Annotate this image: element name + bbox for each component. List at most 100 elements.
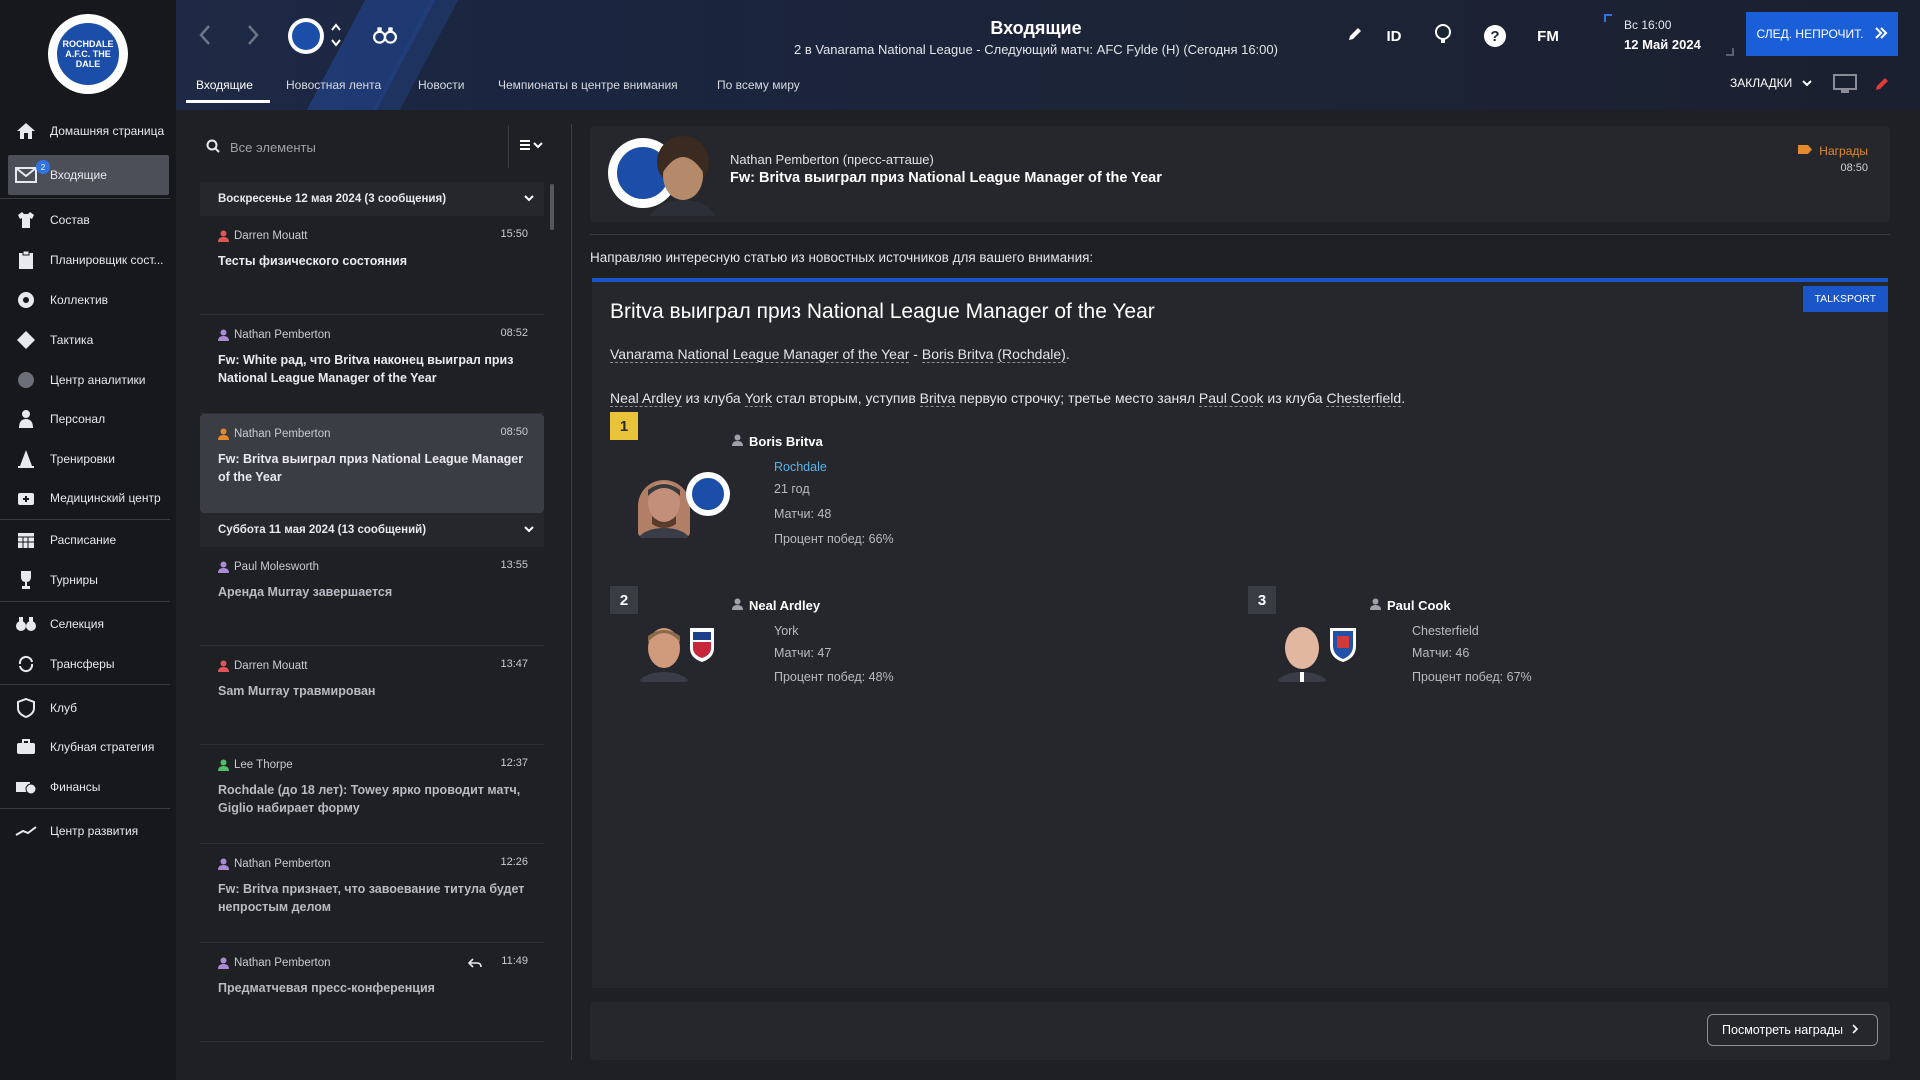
sidebar-item-inbox[interactable]: 2 Входящие [8, 155, 169, 195]
list-item[interactable]: Nathan Pemberton 08:52 Fw: White рад, чт… [200, 315, 544, 414]
club-crest-icon[interactable] [686, 472, 730, 516]
list-item[interactable]: Paul Molesworth 13:55 Аренда Murray заве… [200, 547, 544, 646]
person-icon [218, 428, 229, 440]
message-sender[interactable]: Nathan Pemberton (пресс-атташе) [730, 152, 934, 167]
list-item[interactable]: Nathan Pemberton 11:49 Предматчевая прес… [200, 943, 544, 1042]
person-icon [218, 230, 229, 242]
sidebar-item-training[interactable]: Тренировки [0, 439, 176, 479]
sidebar-item-label: Персонал [50, 412, 106, 426]
sidebar-item-medical[interactable]: Медицинский центр [0, 478, 176, 518]
nominee-name[interactable]: Boris Britva [732, 434, 823, 449]
sidebar-item-analytics[interactable]: Центр аналитики [0, 360, 176, 400]
sidebar-item-label: Центр аналитики [50, 373, 146, 387]
message-time: 08:52 [500, 327, 528, 339]
sidebar-item-club[interactable]: Клуб [0, 688, 176, 728]
team-crest-button[interactable] [288, 18, 324, 54]
club-link[interactable]: Chesterfield [1326, 390, 1402, 407]
nominee-name[interactable]: Paul Cook [1370, 598, 1451, 613]
manager-face-avatar[interactable] [638, 480, 690, 538]
fm-menu-button[interactable]: FM [1528, 22, 1568, 50]
source-badge: TALKSPORT [1802, 286, 1888, 312]
manager-face-avatar[interactable] [638, 624, 690, 682]
tab-competitions-spotlight[interactable]: Чемпионаты в центре внимания [498, 78, 678, 92]
training-cone-icon [14, 447, 38, 471]
bookmarks-button[interactable]: ЗАКЛАДКИ [1730, 76, 1812, 90]
analytics-icon [14, 368, 38, 392]
nominee-club[interactable]: Rochdale [774, 460, 827, 474]
message-subject: Предматчевая пресс-конференция [218, 981, 435, 995]
sidebar-item-transfers[interactable]: Трансферы [0, 644, 176, 684]
sidebar-item-dynamics[interactable]: Коллектив [0, 280, 176, 320]
chevron-left-icon [198, 25, 212, 50]
person-link[interactable]: Paul Cook [1198, 390, 1264, 407]
nominee-name[interactable]: Neal Ardley [732, 598, 820, 613]
nominee-name-text: Paul Cook [1387, 598, 1451, 613]
tab-inbox[interactable]: Входящие [196, 78, 253, 92]
award-link[interactable]: Vanarama National League Manager of the … [610, 346, 910, 363]
club-crest-text: ROCHDALE A.F.C. THE DALE [54, 20, 122, 88]
filter-menu-button[interactable] [508, 126, 554, 168]
view-awards-button[interactable]: Посмотреть награды [1707, 1014, 1878, 1046]
nominee-club[interactable]: York [774, 624, 799, 638]
list-item[interactable]: Lee Thorpe 12:37 Rochdale (до 18 лет): T… [200, 745, 544, 844]
sidebar-item-label: Входящие [50, 168, 107, 182]
club-link[interactable]: (Rochdale) [997, 346, 1066, 363]
id-button[interactable]: ID [1374, 22, 1414, 50]
list-item[interactable]: Darren Mouatt 13:47 Sam Murray травмиров… [200, 646, 544, 745]
game-date[interactable]: 12 Май 2024 [1624, 37, 1701, 52]
tab-around-world[interactable]: По всему миру [717, 78, 800, 92]
list-scrollbar[interactable] [550, 184, 554, 230]
winner-link[interactable]: Boris Britva [921, 346, 994, 363]
sidebar-item-label: Коллектив [50, 293, 109, 307]
next-unread-button[interactable]: СЛЕД. НЕПРОЧИТ. [1746, 12, 1898, 56]
team-switch-button[interactable] [330, 22, 342, 53]
message-subject: Тесты физического состояния [218, 254, 408, 268]
scouting-shortcut-button[interactable] [373, 26, 397, 49]
club-link[interactable]: York [744, 390, 773, 407]
nominee-club[interactable]: Chesterfield [1412, 624, 1479, 638]
display-mode-button[interactable] [1833, 74, 1857, 99]
sidebar-item-schedule[interactable]: Расписание [0, 520, 176, 560]
group-header[interactable]: Воскресенье 12 мая 2024 (3 сообщения) [200, 182, 544, 216]
sidebar-item-finances[interactable]: Финансы [0, 767, 176, 807]
annotate-button[interactable] [1874, 76, 1890, 97]
club-crest-icon[interactable] [1328, 626, 1358, 664]
club-crest-icon[interactable] [688, 626, 716, 664]
sidebar-item-squad[interactable]: Состав [0, 200, 176, 240]
sidebar-item-home[interactable]: Домашняя страница [0, 111, 176, 151]
world-button[interactable] [1428, 22, 1458, 50]
tab-news[interactable]: Новости [418, 78, 464, 92]
text: первую строчку; третье место занял [955, 390, 1199, 406]
list-item[interactable]: Darren Mouatt 15:50 Тесты физического со… [200, 216, 544, 315]
person-link[interactable]: Neal Ardley [610, 390, 682, 407]
message-header: Nathan Pemberton (пресс-атташе) Fw: Brit… [590, 126, 1890, 222]
group-header[interactable]: Суббота 11 мая 2024 (13 сообщений) [200, 513, 544, 547]
list-item[interactable]: Nathan Pemberton 12:26 Fw: Britva призна… [200, 844, 544, 943]
medical-icon [14, 486, 38, 510]
sidebar-item-club-strategy[interactable]: Клубная стратегия [0, 727, 176, 767]
search-input[interactable]: Все элементы [200, 128, 506, 166]
text-end: . [1065, 346, 1070, 362]
sidebar-item-scouting[interactable]: Селекция [0, 604, 176, 644]
help-button[interactable]: ? [1480, 22, 1510, 50]
sidebar-item-competitions[interactable]: Турниры [0, 560, 176, 600]
list-item-selected[interactable]: Nathan Pemberton 08:50 Fw: Britva выигра… [200, 414, 544, 513]
back-button[interactable] [198, 24, 212, 51]
message-time: 15:50 [500, 228, 528, 240]
forward-button[interactable] [246, 24, 260, 51]
person-icon [732, 434, 743, 449]
text: стал вторым, уступив [772, 390, 920, 406]
sidebar-item-development[interactable]: Центр развития [0, 811, 176, 851]
person-link[interactable]: Britva [919, 390, 956, 407]
manager-face-avatar[interactable] [1276, 624, 1328, 682]
nominee-age: 21 год [774, 482, 810, 496]
sidebar-item-staff[interactable]: Персонал [0, 399, 176, 439]
club-crest-logo[interactable]: ROCHDALE A.F.C. THE DALE [48, 14, 128, 94]
tab-news-feed[interactable]: Новостная лента [286, 78, 381, 92]
sidebar-item-label: Финансы [50, 780, 101, 794]
sidebar-item-label: Расписание [50, 533, 117, 547]
sidebar-item-squad-planner[interactable]: Планировщик сост... [0, 240, 176, 280]
person-icon [218, 957, 229, 969]
sidebar-item-tactics[interactable]: Тактика [0, 320, 176, 360]
edit-button[interactable] [1341, 22, 1369, 50]
